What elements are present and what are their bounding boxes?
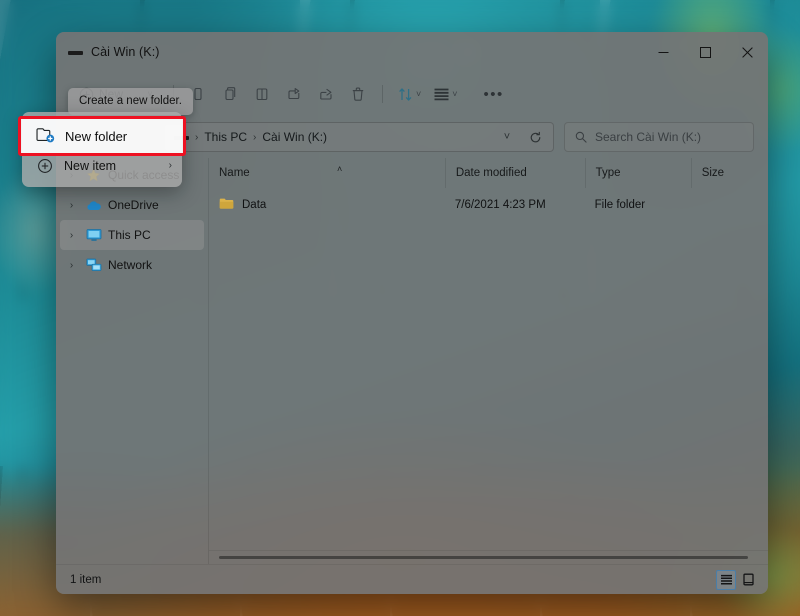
address-bar[interactable]: › This PC › Cài Win (K:) ˅ (164, 122, 554, 152)
menu-item-new-folder-highlighted[interactable]: New folder (18, 116, 186, 156)
sort-ascending-icon: ˄ (337, 154, 342, 184)
details-view-icon[interactable] (716, 570, 736, 590)
column-headers: Name ˄ Date modified Type Size (209, 158, 768, 188)
window-controls (642, 32, 768, 72)
file-row-name-cell: Data (209, 197, 445, 213)
folder-icon (219, 197, 234, 213)
sidebar-item-this-pc[interactable]: › This PC (60, 220, 204, 250)
breadcrumb-this-pc[interactable]: This PC (204, 130, 247, 144)
menu-item-new-item-label: New item (64, 159, 116, 173)
sidebar-label-onedrive: OneDrive (108, 198, 159, 212)
search-box[interactable]: Search Cài Win (K:) (564, 122, 754, 152)
search-placeholder: Search Cài Win (K:) (595, 130, 701, 144)
file-list-pane: Name ˄ Date modified Type Size (208, 158, 768, 564)
file-row-date-modified: 7/6/2021 4:23 PM (445, 199, 585, 211)
paste-button[interactable] (247, 79, 277, 109)
breadcrumb-current-folder[interactable]: Cài Win (K:) (262, 130, 327, 144)
view-icon (433, 87, 450, 101)
submenu-chevron-right-icon: › (169, 160, 172, 171)
sort-button[interactable]: ˅ (392, 79, 426, 109)
horizontal-scrollbar[interactable] (209, 550, 768, 564)
large-icons-view-icon[interactable] (738, 570, 758, 590)
view-chevron-down-icon: ˅ (452, 89, 457, 99)
desktop-wallpaper: Cài Win (K:) (0, 0, 800, 616)
chevron-right-icon[interactable]: › (64, 200, 79, 211)
window-title-group: Cài Win (K:) (68, 45, 160, 59)
cloud-icon (85, 197, 102, 214)
paste-icon (254, 86, 270, 102)
column-header-size-label: Size (702, 167, 724, 179)
search-icon (575, 131, 587, 143)
view-toggle-group (716, 570, 758, 590)
toolbar-divider-2 (382, 85, 383, 103)
copy-button[interactable] (215, 79, 245, 109)
column-header-date-modified[interactable]: Date modified (445, 158, 585, 188)
monitor-icon (85, 227, 102, 244)
drive-icon (68, 47, 83, 58)
view-button[interactable]: ˅ (428, 79, 462, 109)
sidebar-label-this-pc: This PC (108, 228, 151, 242)
window-titlebar: Cài Win (K:) (56, 32, 768, 72)
share-button[interactable] (311, 79, 341, 109)
new-item-icon (36, 157, 54, 175)
close-button[interactable] (726, 32, 768, 72)
table-row[interactable]: Data 7/6/2021 4:23 PM File folder (209, 192, 768, 218)
breadcrumb-separator-2: › (253, 132, 256, 143)
sidebar-item-onedrive[interactable]: › OneDrive (60, 190, 204, 220)
new-folder-highlighted-label: New folder (65, 129, 127, 144)
sort-chevron-down-icon: ˅ (416, 89, 421, 99)
copy-icon (222, 86, 238, 102)
more-options-button[interactable]: ••• (479, 79, 509, 109)
window-title: Cài Win (K:) (91, 45, 160, 59)
rename-button[interactable] (279, 79, 309, 109)
sidebar-item-network[interactable]: › Network (60, 250, 204, 280)
item-count-label: 1 item (70, 574, 101, 586)
delete-button[interactable] (343, 79, 373, 109)
window-body: › Quick access › OneDrive › (56, 158, 768, 564)
column-header-size[interactable]: Size (691, 158, 768, 188)
chevron-right-icon[interactable]: › (64, 230, 79, 241)
file-row-name: Data (242, 199, 266, 211)
tooltip: Create a new folder. (68, 88, 193, 115)
refresh-icon[interactable] (523, 125, 547, 149)
share-arrow-icon (318, 86, 334, 102)
ellipsis-icon: ••• (484, 87, 504, 102)
column-header-type-label: Type (596, 167, 621, 179)
navigation-pane: › Quick access › OneDrive › (56, 158, 208, 564)
chevron-right-icon[interactable]: › (64, 260, 79, 271)
delete-icon (350, 86, 366, 102)
column-header-type[interactable]: Type (585, 158, 691, 188)
new-folder-icon (36, 127, 55, 146)
column-header-name[interactable]: Name ˄ (209, 158, 445, 188)
column-header-date-label: Date modified (456, 167, 527, 179)
horizontal-scrollbar-thumb[interactable] (219, 556, 748, 559)
file-list: Data 7/6/2021 4:23 PM File folder (209, 188, 768, 550)
network-icon (85, 257, 102, 274)
maximize-button[interactable] (684, 32, 726, 72)
address-bar-actions: ˅ (495, 125, 547, 149)
sort-icon (397, 86, 414, 103)
share-icon (286, 86, 302, 102)
column-header-name-label: Name (219, 167, 250, 179)
sidebar-label-network: Network (108, 258, 152, 272)
minimize-button[interactable] (642, 32, 684, 72)
address-dropdown-chevron-icon[interactable]: ˅ (495, 125, 519, 149)
tooltip-text: Create a new folder. (79, 95, 182, 107)
status-bar: 1 item (56, 564, 768, 594)
file-row-type: File folder (585, 199, 691, 211)
breadcrumb-separator-1: › (195, 132, 198, 143)
